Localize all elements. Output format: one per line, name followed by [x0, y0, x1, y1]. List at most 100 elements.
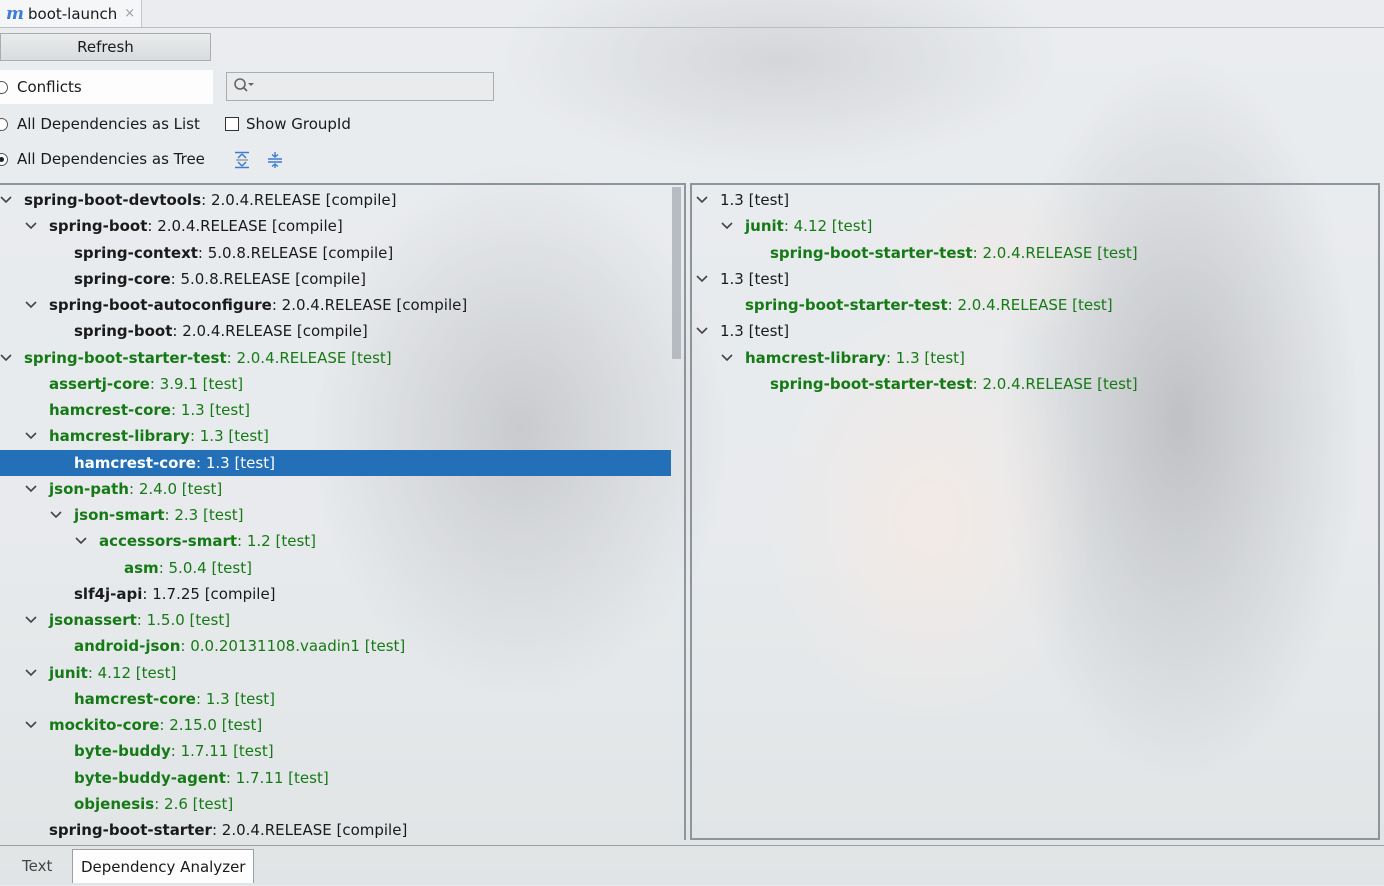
- tree-node[interactable]: hamcrest-core : 1.3 [test]: [0, 449, 671, 476]
- usage-tree-panel[interactable]: 1.3 [test] junit : 4.12 [test] spring-boot…: [690, 183, 1380, 840]
- artifact-version-scope: : 2.15.0 [test]: [159, 716, 263, 734]
- artifact-id: spring-boot: [74, 322, 173, 341]
- chevron-down-icon[interactable]: [0, 353, 12, 362]
- tree-node[interactable]: byte-buddy-agent : 1.7.11 [test]: [0, 765, 671, 791]
- artifact-id: spring-boot-starter-test: [24, 348, 227, 367]
- conflicts-radio-row[interactable]: Conflicts: [0, 70, 213, 104]
- tree-node[interactable]: spring-boot : 2.0.4.RELEASE [compile]: [0, 213, 671, 239]
- chevron-down-icon[interactable]: [50, 511, 62, 519]
- show-groupid-label: Show GroupId: [246, 115, 351, 133]
- artifact-version-scope: : 2.0.4.RELEASE [compile]: [201, 191, 397, 209]
- search-field[interactable]: [226, 72, 494, 101]
- artifact-version-scope: 1.3 [test]: [720, 269, 790, 288]
- tree-node[interactable]: spring-boot-starter-test : 2.0.4.RELEASE…: [692, 292, 1378, 318]
- chevron-down-icon[interactable]: [25, 616, 37, 624]
- dependency-tree-panel[interactable]: spring-boot-devtools : 2.0.4.RELEASE [co…: [0, 183, 686, 840]
- tree-node[interactable]: android-json : 0.0.20131108.vaadin1 [tes…: [0, 633, 671, 659]
- tree-node[interactable]: json-path : 2.4.0 [test]: [0, 476, 671, 502]
- tree-node[interactable]: hamcrest-library : 1.3 [test]: [692, 345, 1378, 371]
- tree-node[interactable]: hamcrest-library : 1.3 [test]: [0, 423, 671, 449]
- tree-node[interactable]: junit : 4.12 [test]: [0, 660, 671, 686]
- chevron-down-icon[interactable]: [25, 721, 37, 729]
- chevron-down-icon[interactable]: [25, 432, 37, 440]
- chevron-down-icon[interactable]: [25, 222, 37, 230]
- search-input[interactable]: [255, 77, 493, 96]
- tree-node[interactable]: spring-context : 5.0.8.RELEASE [compile]: [0, 240, 671, 266]
- chevron-down-icon[interactable]: [25, 301, 37, 309]
- list-label: All Dependencies as List: [17, 115, 200, 133]
- tree-node[interactable]: spring-boot-devtools : 2.0.4.RELEASE [co…: [0, 187, 671, 213]
- tree-scrollbar[interactable]: [672, 187, 681, 359]
- artifact-version-scope: : 1.3 [test]: [196, 689, 275, 708]
- chevron-down-icon[interactable]: [696, 196, 708, 204]
- tree-node[interactable]: junit : 4.12 [test]: [692, 213, 1378, 239]
- artifact-version-scope: : 1.7.11 [test]: [170, 742, 274, 761]
- editor-tab-boot-launch[interactable]: m boot-launch ×: [0, 0, 142, 27]
- artifact-id: junit: [49, 663, 88, 682]
- conflicts-radio[interactable]: [0, 80, 8, 94]
- artifact-id: objenesis: [74, 794, 155, 813]
- artifact-version-scope: : 1.3 [test]: [189, 427, 269, 446]
- artifact-version-scope: : 1.3 [test]: [885, 348, 965, 367]
- editor-tab-bar: m boot-launch ×: [0, 0, 1384, 28]
- chevron-down-icon[interactable]: [721, 222, 733, 230]
- tree-radio[interactable]: [0, 152, 8, 166]
- collapse-all-icon[interactable]: [266, 151, 284, 173]
- artifact-id: hamcrest-core: [74, 453, 196, 472]
- tree-node[interactable]: jsonassert : 1.5.0 [test]: [0, 607, 671, 633]
- tree-node[interactable]: spring-boot-starter-test : 2.0.4.RELEASE…: [0, 345, 671, 371]
- tree-radio-row[interactable]: All Dependencies as Tree: [0, 142, 205, 176]
- artifact-version-scope: : 0.0.20131108.vaadin1 [test]: [180, 637, 406, 656]
- chevron-down-icon[interactable]: [75, 537, 87, 545]
- chevron-down-icon[interactable]: [25, 485, 37, 493]
- artifact-version-scope: : 5.0.8.RELEASE [compile]: [197, 243, 394, 262]
- artifact-id: slf4j-api: [74, 584, 143, 603]
- search-icon[interactable]: [233, 77, 255, 97]
- tree-node[interactable]: spring-boot-starter-test : 2.0.4.RELEASE…: [692, 240, 1378, 266]
- artifact-version-scope: : 2.3 [test]: [164, 506, 244, 524]
- artifact-id: spring-boot-devtools: [24, 191, 202, 209]
- tree-node[interactable]: mockito-core : 2.15.0 [test]: [0, 712, 671, 738]
- tree-node[interactable]: hamcrest-core : 1.3 [test]: [0, 397, 671, 423]
- artifact-version-scope: : 2.0.4.RELEASE [compile]: [147, 217, 343, 236]
- chevron-down-icon[interactable]: [696, 327, 708, 335]
- tree-node[interactable]: 1.3 [test]: [692, 318, 1378, 344]
- tree-node[interactable]: slf4j-api : 1.7.25 [compile]: [0, 581, 671, 607]
- chevron-down-icon[interactable]: [25, 668, 37, 677]
- tree-node[interactable]: assertj-core : 3.9.1 [test]: [0, 371, 671, 397]
- tree-node[interactable]: spring-boot-starter : 2.0.4.RELEASE [com…: [0, 817, 671, 840]
- tree-node[interactable]: byte-buddy : 1.7.11 [test]: [0, 738, 671, 764]
- expand-all-icon[interactable]: [233, 151, 251, 173]
- tree-label: All Dependencies as Tree: [17, 150, 205, 168]
- tree-node[interactable]: spring-boot : 2.0.4.RELEASE [compile]: [0, 318, 671, 344]
- tree-node[interactable]: 1.3 [test]: [692, 266, 1378, 292]
- chevron-down-icon[interactable]: [696, 275, 708, 283]
- tree-node[interactable]: objenesis : 2.6 [test]: [0, 791, 671, 817]
- chevron-down-icon[interactable]: [721, 353, 733, 362]
- tree-node[interactable]: json-smart : 2.3 [test]: [0, 502, 671, 528]
- refresh-button[interactable]: Refresh: [0, 33, 211, 61]
- tree-node[interactable]: accessors-smart : 1.2 [test]: [0, 528, 671, 554]
- show-groupid-checkbox[interactable]: [225, 117, 239, 131]
- maven-icon: m: [6, 3, 24, 24]
- artifact-version-scope: : 2.0.4.RELEASE [compile]: [211, 821, 408, 839]
- tab-text[interactable]: Text: [14, 849, 60, 883]
- list-radio-row[interactable]: All Dependencies as List: [0, 107, 200, 141]
- artifact-id: spring-boot: [49, 217, 148, 236]
- artifact-id: junit: [745, 217, 784, 236]
- tree-node[interactable]: asm : 5.0.4 [test]: [0, 555, 671, 581]
- tree-node[interactable]: hamcrest-core : 1.3 [test]: [0, 686, 671, 712]
- tree-node[interactable]: spring-boot-autoconfigure : 2.0.4.RELEAS…: [0, 292, 671, 318]
- close-icon[interactable]: ×: [124, 6, 135, 21]
- artifact-id: hamcrest-library: [49, 427, 190, 446]
- tree-node[interactable]: spring-core : 5.0.8.RELEASE [compile]: [0, 266, 671, 292]
- show-groupid-toggle[interactable]: Show GroupId: [225, 115, 351, 133]
- tree-node[interactable]: spring-boot-starter-test : 2.0.4.RELEASE…: [692, 371, 1378, 397]
- tree-node[interactable]: 1.3 [test]: [692, 187, 1378, 213]
- tab-dependency-analyzer[interactable]: Dependency Analyzer: [72, 849, 255, 883]
- chevron-down-icon[interactable]: [0, 196, 12, 204]
- list-radio[interactable]: [0, 117, 8, 131]
- artifact-id: spring-boot-starter-test: [745, 296, 948, 314]
- artifact-version-scope: : 2.6 [test]: [154, 794, 234, 813]
- artifact-version-scope: : 1.7.11 [test]: [225, 768, 329, 787]
